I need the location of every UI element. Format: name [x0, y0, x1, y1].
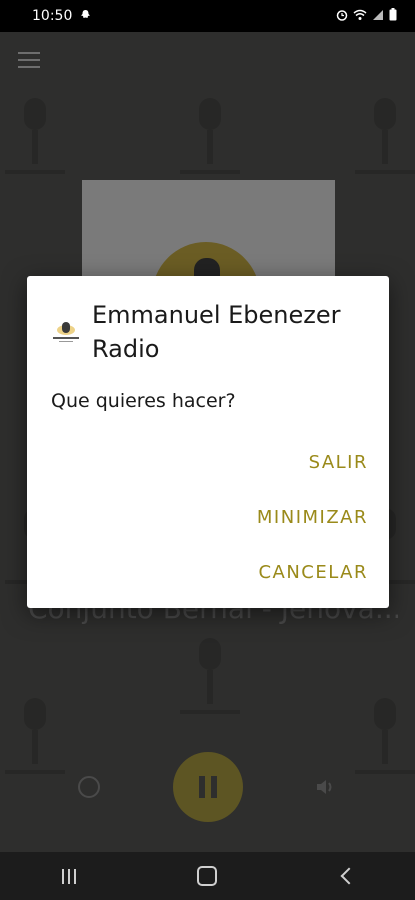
back-icon — [340, 867, 358, 885]
alarm-icon — [336, 9, 348, 24]
hamburger-menu-icon[interactable] — [18, 52, 40, 68]
watermark-logo — [175, 92, 245, 182]
watermark-logo — [350, 92, 415, 182]
player-controls — [0, 752, 415, 822]
signal-icon — [372, 9, 384, 24]
watermark-logo — [175, 632, 245, 722]
back-button[interactable] — [316, 852, 376, 900]
recents-button[interactable] — [39, 852, 99, 900]
dialog-title: Emmanuel Ebenezer Radio — [92, 301, 341, 363]
status-bar: 10:50 — [0, 0, 415, 32]
home-icon — [197, 866, 218, 886]
alarm-clock-icon[interactable] — [78, 776, 100, 798]
exit-button[interactable]: SALIR — [309, 452, 368, 473]
volume-icon[interactable] — [314, 776, 336, 798]
minimize-button[interactable]: MINIMIZAR — [257, 507, 368, 528]
exit-dialog: Emmanuel Ebenezer Radio Que quieres hace… — [27, 276, 389, 608]
snapchat-ghost-icon — [80, 8, 91, 24]
pause-button[interactable] — [173, 752, 243, 822]
station-logo-icon — [51, 322, 81, 344]
wifi-icon — [353, 9, 367, 24]
status-time: 10:50 — [32, 8, 73, 24]
dialog-message: Que quieres hacer? — [51, 390, 236, 412]
watermark-logo — [0, 92, 70, 182]
pause-icon — [199, 776, 205, 798]
home-button[interactable] — [177, 852, 237, 900]
battery-icon — [389, 8, 397, 24]
system-nav-bar — [0, 852, 415, 900]
recents-icon — [62, 868, 77, 884]
cancel-button[interactable]: CANCELAR — [258, 562, 368, 583]
